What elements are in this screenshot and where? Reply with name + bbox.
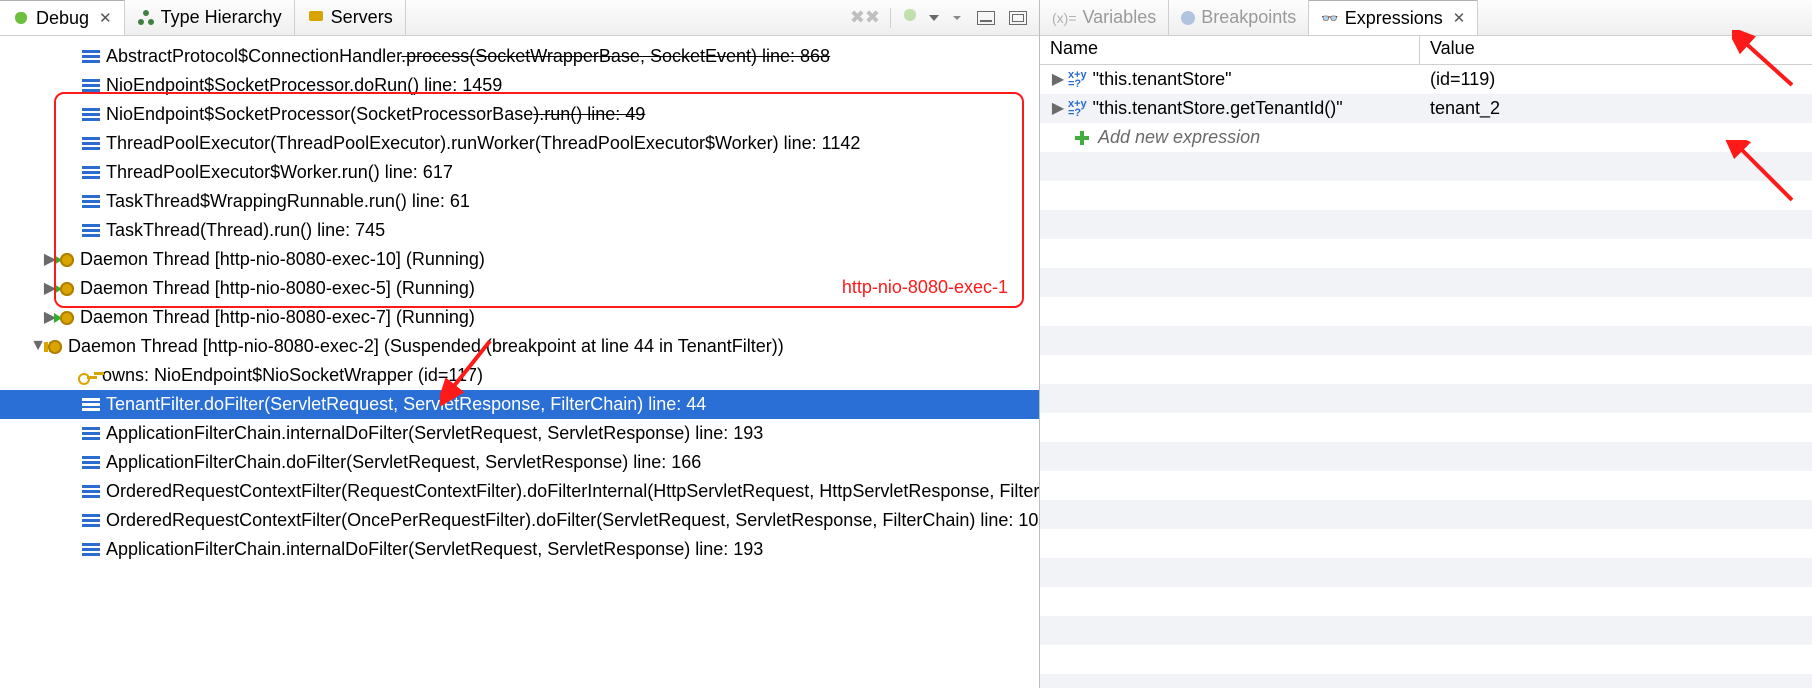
thread-icon	[58, 252, 74, 268]
tab-breakpoints[interactable]: Breakpoints	[1169, 0, 1309, 36]
stack-frame-icon	[82, 50, 100, 64]
expressions-view: (x)= Variables Breakpoints 👓 Expressions…	[1040, 0, 1812, 688]
variables-icon: (x)=	[1052, 10, 1077, 26]
thread-icon	[46, 339, 62, 355]
stack-frame[interactable]: NioEndpoint$SocketProcessor(SocketProces…	[106, 104, 645, 125]
close-icon[interactable]: ✕	[1453, 9, 1466, 27]
stack-frame-icon	[82, 398, 100, 412]
minimize-icon[interactable]	[977, 11, 995, 25]
stack-frame[interactable]: AbstractProtocol$ConnectionHandler.proce…	[106, 46, 830, 67]
stack-frame-icon	[82, 427, 100, 441]
tab-type-hierarchy[interactable]: Type Hierarchy	[125, 0, 295, 36]
expressions-tree[interactable]: ▶x+y=? "this.tenantStore" (id=119) ▶x+y=? "t…	[1040, 65, 1812, 688]
thread-row[interactable]: Daemon Thread [http-nio-8080-exec-2] (Su…	[68, 336, 784, 357]
stack-frame-icon	[82, 137, 100, 151]
stack-frame[interactable]: OrderedRequestContextFilter(OncePerReque…	[106, 510, 1039, 531]
expressions-icon: 👓	[1321, 10, 1338, 27]
disclosure-icon[interactable]: ▶	[1050, 69, 1066, 89]
maximize-icon[interactable]	[1009, 11, 1027, 25]
debug-tree[interactable]: AbstractProtocol$ConnectionHandler.proce…	[0, 36, 1039, 688]
stack-frame[interactable]: ApplicationFilterChain.internalDoFilter(…	[106, 423, 763, 444]
debug-view: Debug ✕ Type Hierarchy Servers ✖✖	[0, 0, 1040, 688]
stack-frame-icon	[82, 485, 100, 499]
column-header-value[interactable]: Value	[1420, 36, 1812, 64]
tab-label: Variables	[1083, 7, 1157, 28]
close-icon[interactable]: ✕	[99, 9, 112, 27]
stack-frame-icon	[82, 195, 100, 209]
tab-label: Type Hierarchy	[161, 7, 282, 28]
expression-row[interactable]: ▶x+y=? "this.tenantStore" (id=119)	[1040, 65, 1812, 94]
stack-frame[interactable]: ApplicationFilterChain.internalDoFilter(…	[106, 539, 763, 560]
thread-icon	[58, 310, 74, 326]
add-expression-row[interactable]: Add new expression	[1040, 123, 1812, 152]
debug-toolbar-icon[interactable]	[901, 6, 919, 29]
chevron-down-icon[interactable]	[929, 15, 939, 21]
add-icon	[1074, 130, 1090, 146]
thread-row[interactable]: Daemon Thread [http-nio-8080-exec-5] (Ru…	[80, 278, 475, 299]
expression-icon: x+y=?	[1068, 100, 1087, 118]
stack-frame-icon	[82, 224, 100, 238]
key-icon	[78, 371, 96, 381]
tab-label: Expressions	[1345, 8, 1443, 29]
tab-expressions[interactable]: 👓 Expressions ✕	[1309, 0, 1478, 35]
expression-value: (id=119)	[1420, 69, 1812, 90]
expression-value: tenant_2	[1420, 98, 1812, 119]
thread-icon	[58, 281, 74, 297]
right-tab-bar: (x)= Variables Breakpoints 👓 Expressions…	[1040, 0, 1812, 36]
stack-frame-icon	[82, 166, 100, 180]
tab-label: Servers	[331, 7, 393, 28]
stack-frame[interactable]: TaskThread$WrappingRunnable.run() line: …	[106, 191, 470, 212]
breakpoints-icon	[1181, 11, 1195, 25]
expressions-header: Name Value	[1040, 36, 1812, 65]
expression-name: "this.tenantStore.getTenantId()"	[1093, 98, 1343, 119]
tab-label: Breakpoints	[1201, 7, 1296, 28]
stack-frame[interactable]: TenantFilter.doFilter(ServletRequest, Se…	[106, 394, 706, 415]
servers-icon	[307, 9, 325, 27]
view-menu-icon[interactable]	[953, 16, 961, 20]
tab-label: Debug	[36, 8, 89, 29]
column-header-name[interactable]: Name	[1040, 36, 1420, 64]
stack-frame-icon	[82, 543, 100, 557]
remove-terminated-icon[interactable]: ✖✖	[850, 7, 880, 28]
left-tab-bar: Debug ✕ Type Hierarchy Servers ✖✖	[0, 0, 1039, 36]
hierarchy-icon	[137, 9, 155, 27]
add-expression-label: Add new expression	[1098, 127, 1260, 148]
stack-frame[interactable]: TaskThread(Thread).run() line: 745	[106, 220, 385, 241]
expression-icon: x+y=?	[1068, 71, 1087, 89]
tab-debug[interactable]: Debug ✕	[0, 0, 125, 35]
stack-frame-icon	[82, 456, 100, 470]
thread-row[interactable]: Daemon Thread [http-nio-8080-exec-7] (Ru…	[80, 307, 475, 328]
tab-servers[interactable]: Servers	[295, 0, 406, 36]
stack-frame[interactable]: NioEndpoint$SocketProcessor.doRun() line…	[106, 75, 502, 96]
stack-frame[interactable]: ThreadPoolExecutor$Worker.run() line: 61…	[106, 162, 453, 183]
stack-frame[interactable]: OrderedRequestContextFilter(RequestConte…	[106, 481, 1039, 502]
stack-frame-icon	[82, 108, 100, 122]
expression-name: "this.tenantStore"	[1093, 69, 1232, 90]
disclosure-icon[interactable]: ▶	[1050, 98, 1066, 118]
owns-monitor[interactable]: owns: NioEndpoint$NioSocketWrapper (id=1…	[102, 365, 483, 386]
stack-frame-icon	[82, 79, 100, 93]
stack-frame-icon	[82, 514, 100, 528]
stack-frame[interactable]: ApplicationFilterChain.doFilter(ServletR…	[106, 452, 701, 473]
thread-row[interactable]: Daemon Thread [http-nio-8080-exec-10] (R…	[80, 249, 485, 270]
stack-frame[interactable]: ThreadPoolExecutor(ThreadPoolExecutor).r…	[106, 133, 860, 154]
tab-variables[interactable]: (x)= Variables	[1040, 0, 1169, 36]
bug-icon	[12, 9, 30, 27]
expression-row[interactable]: ▶x+y=? "this.tenantStore.getTenantId()" te…	[1040, 94, 1812, 123]
